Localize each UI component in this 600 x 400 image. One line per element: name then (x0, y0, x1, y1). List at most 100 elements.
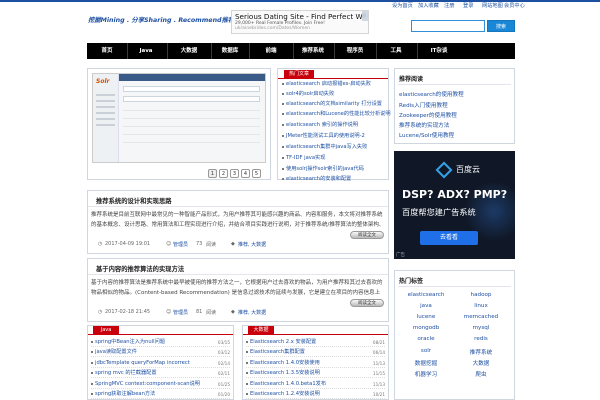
tag-link[interactable]: linux (474, 303, 488, 309)
tag-link[interactable]: 推荐系统 (470, 348, 492, 356)
bigdata-list-tab[interactable]: 大数据 (248, 326, 274, 334)
top-link-sitemap[interactable]: 网站地图 (482, 2, 503, 9)
hot-article-link[interactable]: elasticsearch的文档similarity 打分设置 (282, 100, 382, 107)
tag-link[interactable]: 爬虫 (475, 370, 486, 378)
ad-close-icon[interactable]: ⓘ ✕ (362, 11, 368, 21)
list-item-link[interactable]: SpringMVC context:component-scan说明 (91, 380, 200, 389)
nav-item-recommend[interactable]: 推荐系统 (302, 43, 324, 59)
site-logo[interactable]: 挖掘Mining . 分享Sharing . Recommend推荐 ... (88, 15, 244, 24)
baidu-cloud-ad[interactable]: 百度云 DSP? ADX? PMP? 百度帮您建广告系统 去看看 广告 (394, 151, 515, 259)
tag-cloud-divider (398, 286, 511, 287)
hot-article-link[interactable]: elasticsearch 启动报错es-启动失败 (282, 80, 371, 87)
tag-link[interactable]: solr (421, 348, 431, 354)
article-views-label: 阅读 (206, 310, 217, 316)
hot-article-link[interactable]: elasticsearch集群中java写入失败 (282, 143, 367, 150)
slider-page-5[interactable]: 5 (252, 169, 261, 178)
list-item-link[interactable]: Elasticsearch 2.x 安装配置 (246, 338, 316, 347)
list-item-date: 11/13 (372, 361, 385, 366)
hot-article-link[interactable]: solr4的solr启动失败 (282, 90, 334, 97)
nav-item-database[interactable]: 数据库 (222, 43, 239, 59)
tag-link[interactable]: memcached (464, 314, 498, 320)
top-link-login[interactable]: 登录 (463, 2, 473, 9)
recommend-link[interactable]: Zookeeper的使用教程 (399, 111, 457, 119)
hot-article-link[interactable]: elasticsearch和Lucene的性能比较分析说明 (282, 110, 391, 117)
hot-article-link[interactable]: TF-IDF java实现 (282, 154, 325, 161)
list-item-link[interactable]: java读取配置文件 (91, 348, 137, 357)
list-item-link[interactable]: spring mvc 的拦截器配置 (91, 369, 157, 378)
tag-link[interactable]: 大数据 (473, 359, 490, 367)
text-ad-banner[interactable]: Serious Dating Site - Find Perfect Woman… (231, 10, 369, 34)
list-item-date: 06/14 (372, 350, 385, 355)
top-link-home[interactable]: 设为首页 (392, 2, 413, 9)
search-input[interactable] (411, 20, 485, 32)
search-form: 搜索 (411, 20, 515, 32)
nav-item-java[interactable]: Java (139, 43, 152, 59)
baidu-cloud-logo-icon (435, 161, 453, 179)
hot-article-link[interactable]: JMeter性能测试工具的使用说明-2 (282, 132, 365, 139)
slider-image-line (96, 118, 115, 120)
top-link-member[interactable]: 会员中心 (504, 2, 525, 9)
list-item: Elasticsearch 1.4.0.beta1发布 11/13 (246, 380, 385, 389)
slider-image-line (96, 106, 115, 108)
hot-article-link[interactable]: elasticsearch 索引的操作说明 (282, 121, 358, 128)
slider-image-topbar (119, 74, 265, 81)
recommend-sidebar-divider (398, 84, 511, 85)
article-title[interactable]: 基于内容的推荐算法的实现方法 (96, 264, 184, 273)
list-item-link[interactable]: Elasticsearch 1.4.0安装使用 (246, 359, 320, 368)
tag-link[interactable]: mysql (473, 325, 490, 331)
nav-item-it[interactable]: IT杂谈 (431, 43, 448, 59)
recommend-link[interactable]: Redis入门使用教程 (399, 101, 448, 109)
tag-link[interactable]: java (420, 303, 432, 309)
list-item-link[interactable]: Elasticsearch 1.4.0.beta1发布 (246, 380, 326, 389)
ad-cta-button[interactable]: 去看看 (420, 231, 478, 245)
nav-divider (127, 43, 128, 59)
tag-link[interactable]: redis (474, 336, 488, 342)
top-link-favorite[interactable]: 加入收藏 (418, 2, 439, 9)
tag-link[interactable]: 数据挖掘 (415, 359, 437, 367)
article-category[interactable]: 推荐, 大数据 (238, 309, 266, 316)
bigdata-list-divider (243, 334, 388, 335)
article-divider (88, 274, 388, 275)
recommend-link[interactable]: elasticsearch的使用教程 (399, 90, 464, 98)
article-author[interactable]: 管理员 (173, 241, 188, 248)
article-date: 2017-04-09 19:01 (105, 241, 151, 247)
article-author[interactable]: 管理员 (173, 309, 188, 316)
read-more-button[interactable]: 阅读全文 (350, 231, 384, 239)
tag-link[interactable]: elasticsearch (408, 292, 445, 298)
hot-article-link[interactable]: elasticsearch的安装和配置 (282, 175, 351, 182)
list-item-link[interactable]: spring中Bean注入为null问题 (91, 338, 165, 347)
nav-item-bigdata[interactable]: 大数据 (181, 43, 198, 59)
list-item-link[interactable]: Elasticsearch 1.2.4安装说明 (246, 390, 320, 399)
read-more-button[interactable]: 阅读全文 (350, 299, 384, 307)
recommend-link[interactable]: 推荐系统的实现方法 (399, 121, 449, 129)
top-link-register[interactable]: 注册 (444, 2, 454, 9)
recommend-link[interactable]: Lucene/Solr使用教程 (399, 131, 454, 139)
nav-item-home[interactable]: 首页 (101, 43, 112, 59)
tag-link[interactable]: lucene (417, 314, 436, 320)
nav-item-programmer[interactable]: 程序员 (347, 43, 364, 59)
java-list-tab[interactable]: Java (93, 326, 119, 334)
slider-page-1[interactable]: 1 (208, 169, 217, 178)
list-item-link[interactable]: Elasticsearch 1.3.5安装说明 (246, 369, 320, 378)
hot-articles-tab[interactable]: 热门文章 (284, 70, 314, 78)
article-title[interactable]: 推荐系统的设计和实现思路 (96, 196, 172, 205)
slider-page-3[interactable]: 3 (230, 169, 239, 178)
nav-item-frontend[interactable]: 前端 (265, 43, 276, 59)
slider-page-4[interactable]: 4 (241, 169, 250, 178)
hot-article-link[interactable]: 使用solrj操作solr索引的java代码 (282, 165, 364, 172)
nav-item-tools[interactable]: 工具 (390, 43, 401, 59)
list-item-link[interactable]: Elasticsearch集群配置 (246, 348, 305, 357)
article-category[interactable]: 推荐, 大数据 (238, 241, 266, 248)
tag-icon: ◆ (231, 309, 235, 315)
tag-link[interactable]: 机器学习 (415, 370, 437, 378)
ad-headline[interactable]: Serious Dating Site - Find Perfect Woman (235, 12, 368, 21)
tag-link[interactable]: mongodb (413, 325, 440, 331)
slider-image[interactable]: Solr (92, 73, 266, 163)
tag-link[interactable]: oracle (417, 336, 434, 342)
list-item-link[interactable]: spring获取注解bean方法 (91, 390, 155, 399)
tag-link[interactable]: hadoop (471, 292, 492, 298)
slider-image-field (123, 86, 260, 92)
search-button[interactable]: 搜索 (487, 20, 515, 32)
slider-page-2[interactable]: 2 (219, 169, 228, 178)
list-item-link[interactable]: jdbcTemplate queryForMap incorrect (91, 359, 190, 368)
